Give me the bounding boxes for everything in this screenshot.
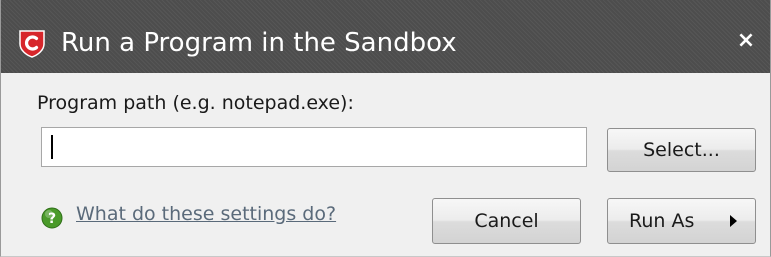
sandbox-dialog: Run a Program in the Sandbox × Program p… [0, 0, 771, 257]
question-icon: ? [41, 207, 63, 229]
close-button[interactable]: × [732, 24, 760, 58]
svg-text:?: ? [48, 211, 56, 227]
comodo-shield-icon [19, 30, 45, 58]
title-bar[interactable]: Run a Program in the Sandbox × [1, 0, 770, 73]
run-as-label: Run As [629, 210, 695, 232]
cancel-button[interactable]: Cancel [432, 198, 581, 244]
run-as-button[interactable]: Run As [607, 198, 756, 244]
program-path-input[interactable] [41, 127, 587, 167]
help-link[interactable]: What do these settings do? [76, 203, 336, 225]
dialog-title: Run a Program in the Sandbox [61, 28, 457, 58]
program-path-label: Program path (e.g. notepad.exe): [37, 92, 354, 114]
text-caret [51, 135, 53, 159]
dropdown-arrow-icon [730, 215, 737, 227]
close-icon: × [736, 28, 756, 53]
select-button[interactable]: Select... [607, 128, 756, 172]
